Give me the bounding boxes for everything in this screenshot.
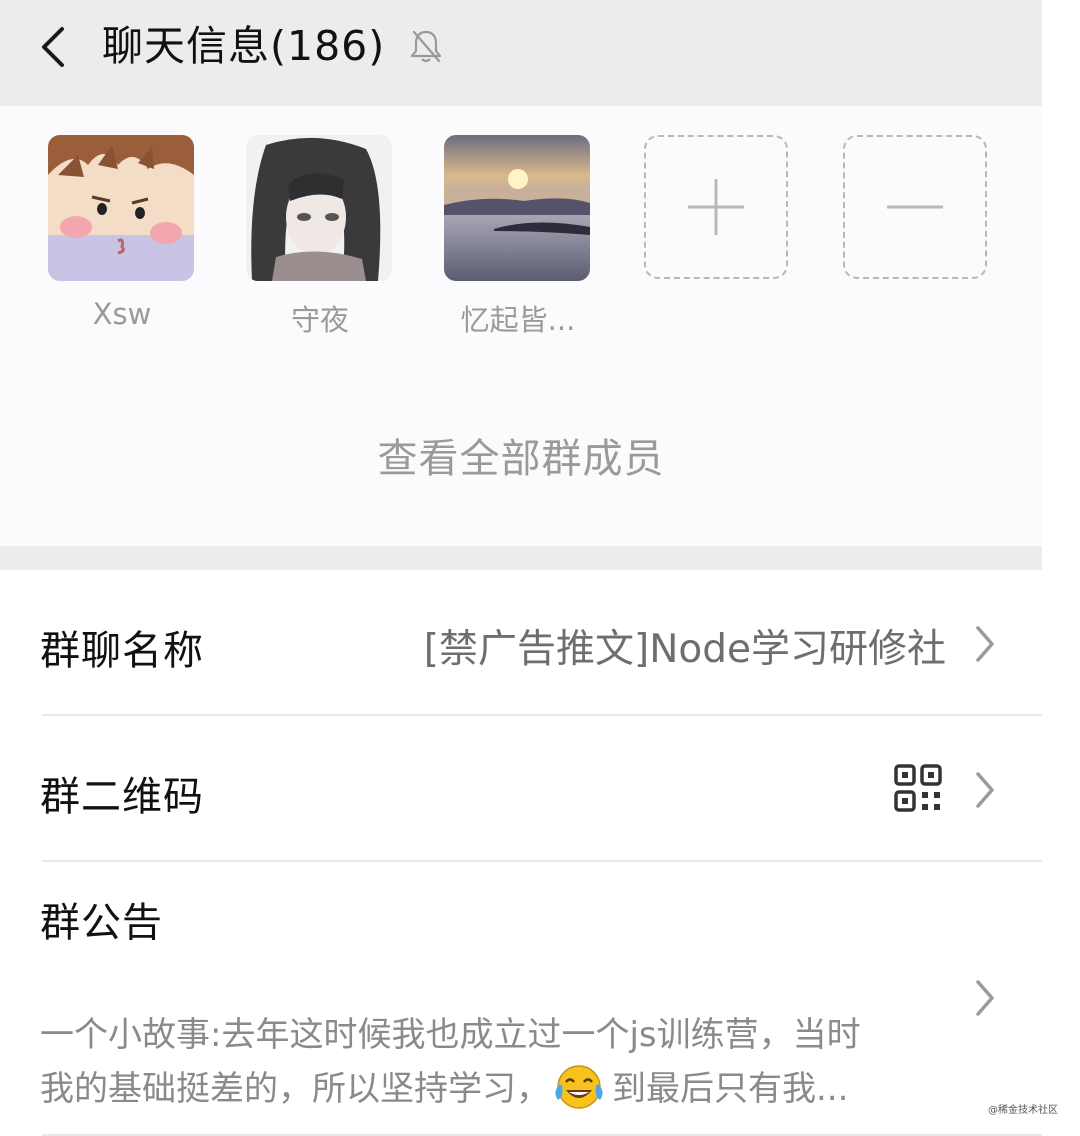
chevron-right-icon — [976, 772, 994, 808]
group-name-row[interactable]: 群聊名称 [禁广告推文]Node学习研修社 — [0, 570, 1042, 715]
chevron-right-icon — [976, 980, 994, 1016]
group-notice-label: 群公告 — [40, 900, 163, 946]
members-section: Xsw 守夜 忆起皆... 查看全部群成员 — [0, 106, 1042, 546]
group-qr-row[interactable]: 群二维码 — [0, 716, 1042, 860]
add-member-button[interactable] — [644, 135, 788, 279]
member-item[interactable]: 守夜 — [246, 135, 394, 339]
member-name: Xsw — [92, 297, 152, 331]
chevron-right-icon — [976, 626, 994, 662]
member-item[interactable]: Xsw — [48, 135, 196, 331]
avatar — [48, 135, 194, 281]
mute-bell-icon — [410, 30, 442, 63]
group-notice-preview: 一个小故事:去年这时候我也成立过一个js训练营，当时 我的基础挺差的，所以坚持学… — [40, 1008, 940, 1116]
page-title: 聊天信息(186) — [102, 22, 386, 70]
tears-of-joy-emoji-icon — [555, 1064, 603, 1109]
remove-member-button[interactable] — [843, 135, 987, 279]
view-all-members-link[interactable]: 查看全部群成员 — [0, 426, 1042, 484]
plus-icon — [688, 179, 744, 235]
watermark: @稀金技术社区 — [988, 1105, 1058, 1116]
qr-code-icon — [894, 764, 942, 812]
avatar — [246, 135, 392, 281]
group-name-value: [禁广告推文]Node学习研修社 — [423, 627, 946, 672]
header-bar: 聊天信息(186) — [0, 0, 1042, 106]
back-button[interactable] — [28, 22, 78, 72]
minus-icon — [887, 205, 943, 209]
member-item[interactable]: 忆起皆... — [444, 135, 592, 339]
notice-text-part: 我的基础挺差的，所以坚持学习， — [40, 1069, 550, 1109]
avatar — [444, 135, 590, 281]
group-name-label: 群聊名称 — [40, 628, 204, 674]
section-divider — [0, 546, 1042, 570]
member-name: 忆起皆... — [460, 303, 576, 337]
notice-line: 一个小故事:去年这时候我也成立过一个js训练营，当时 — [40, 1015, 861, 1055]
member-name: 守夜 — [290, 303, 349, 337]
chat-info-screen: 聊天信息(186) Xsw 守夜 忆起皆... 查看全部群成员 群聊名称 [禁广… — [0, 0, 1042, 1136]
notice-text-part: 到最后只有我... — [612, 1069, 849, 1109]
notice-line: 我的基础挺差的，所以坚持学习， 到最后只有我... — [40, 1062, 940, 1116]
group-qr-label: 群二维码 — [40, 774, 204, 820]
chevron-left-icon — [42, 27, 64, 67]
